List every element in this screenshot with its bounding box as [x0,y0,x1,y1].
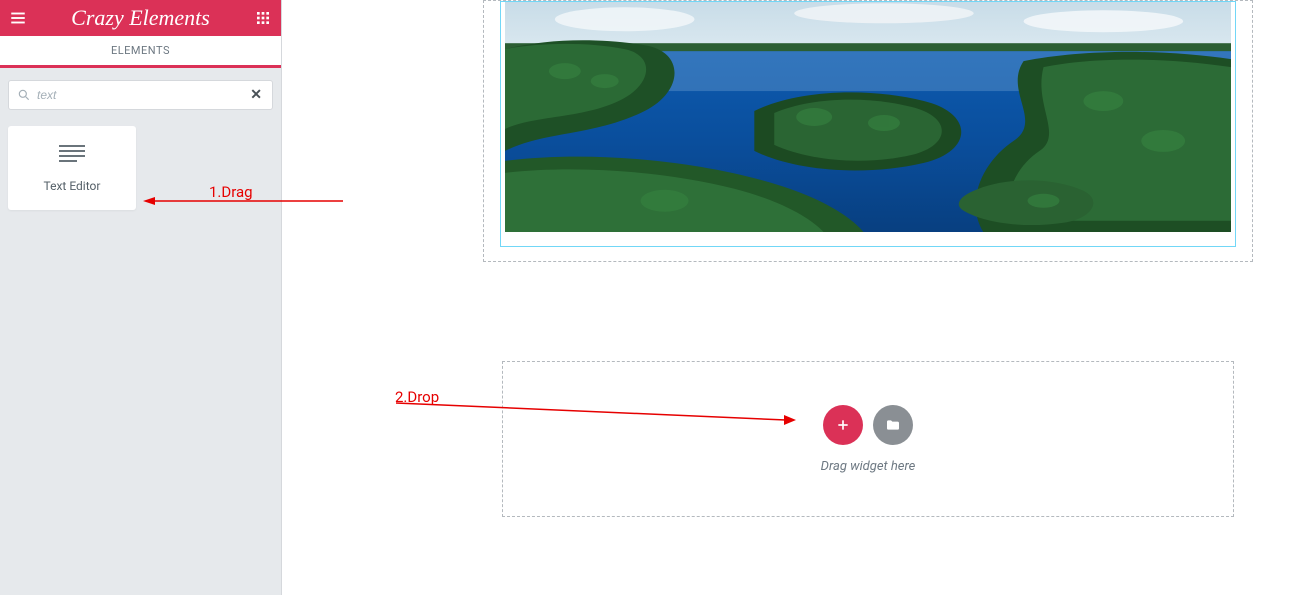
tab-elements[interactable]: ELEMENTS [111,44,170,57]
search-box: ✕ [8,80,273,110]
image-container [505,2,1231,232]
search-icon [17,88,31,102]
sidebar: Crazy Elements ELEMENTS ✕ [0,0,282,595]
drop-zone-section[interactable]: Drag widget here [502,361,1234,517]
template-library-button[interactable] [873,405,913,445]
hamburger-icon [9,9,27,27]
search-input[interactable] [31,88,248,102]
add-section-button[interactable] [823,405,863,445]
widget-text-editor[interactable]: Text Editor [8,126,136,210]
landscape-image [505,2,1231,232]
drop-zone-hint: Drag widget here [821,459,916,474]
folder-icon [885,417,901,433]
section-image-block[interactable] [483,0,1253,262]
apps-grid-button[interactable] [245,0,281,36]
widget-text-editor-label: Text Editor [44,179,101,193]
hamburger-button[interactable] [0,0,36,36]
clear-search-button[interactable]: ✕ [248,87,264,103]
elements-tab-bar: ELEMENTS [0,36,281,68]
editor-canvas: Drag widget here [282,0,1291,595]
brand-title: Crazy Elements [36,5,245,31]
plus-icon [835,417,851,433]
text-editor-icon [57,143,87,167]
grid-icon [255,10,271,26]
sidebar-header: Crazy Elements [0,0,281,36]
search-wrap: ✕ [0,68,281,118]
drop-zone-buttons [823,405,913,445]
image-widget-selection [500,1,1236,247]
widget-list: Text Editor [0,118,281,218]
